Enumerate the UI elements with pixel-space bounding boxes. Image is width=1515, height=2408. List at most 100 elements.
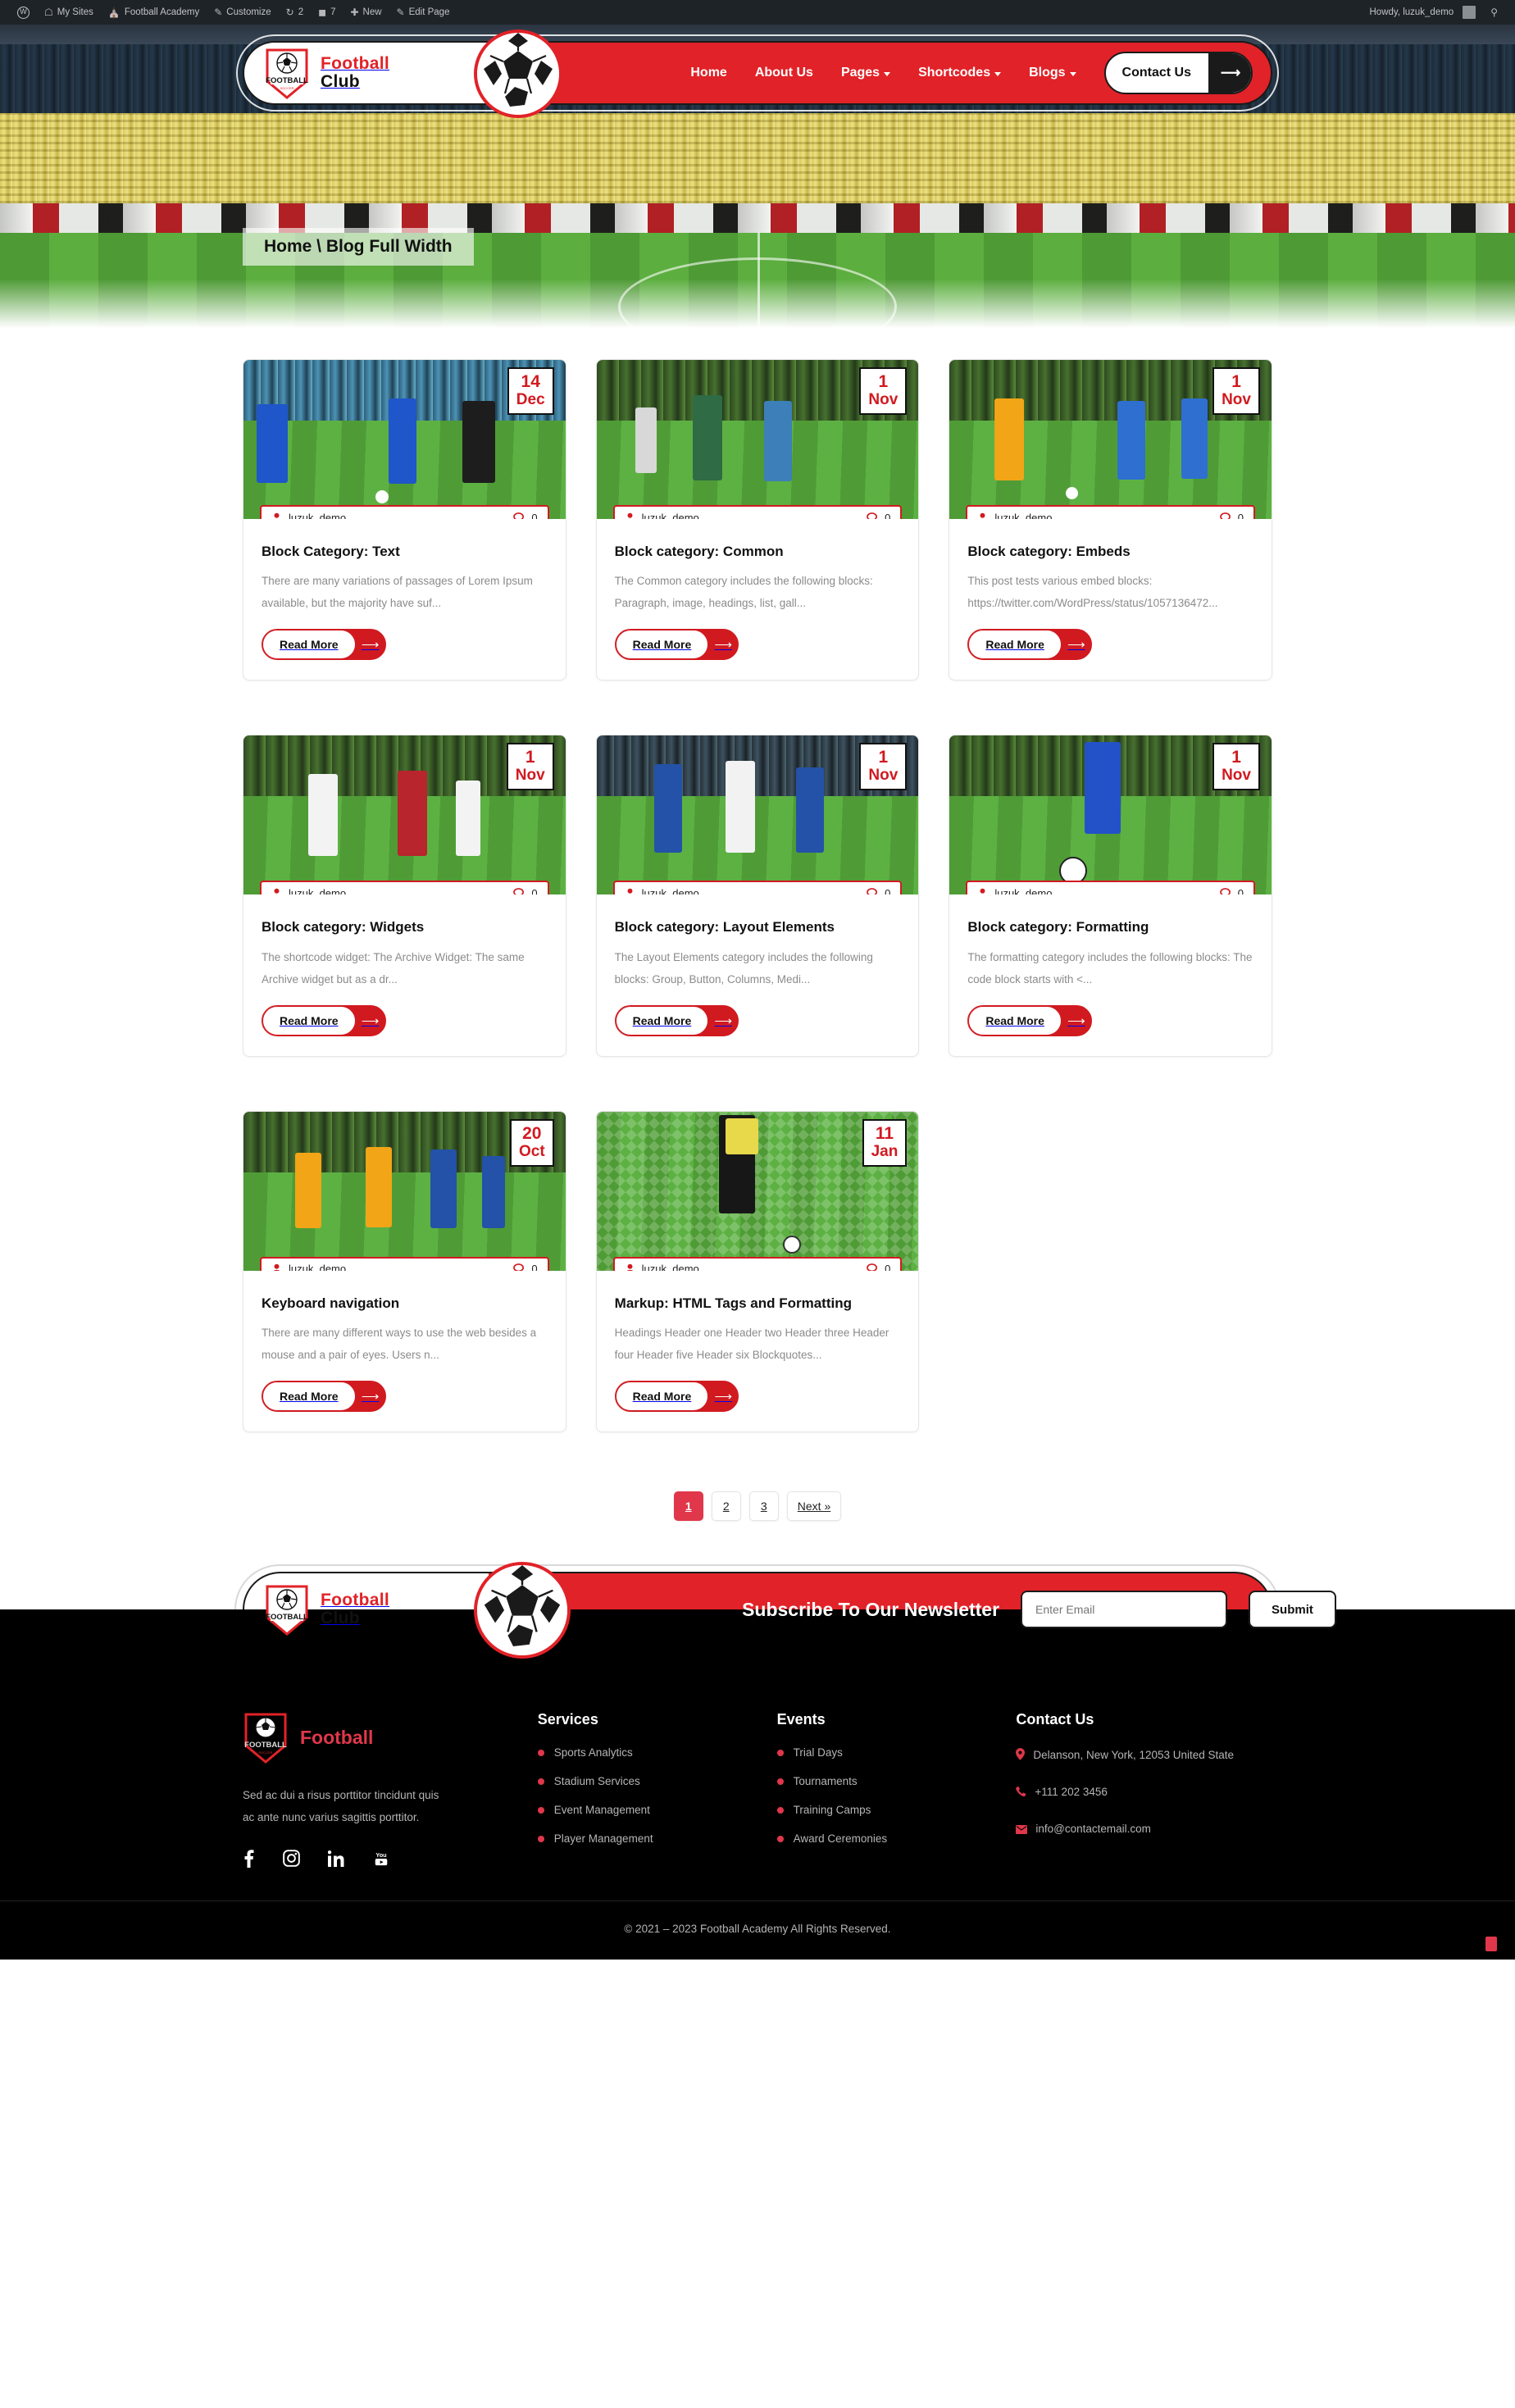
footer-email-row[interactable]: info@contactemail.com: [1016, 1820, 1272, 1841]
post-comment-count[interactable]: 0: [867, 887, 890, 895]
footer-about-text: Sed ac dui a risus porttitor tincidunt q…: [243, 1789, 439, 1823]
post-title[interactable]: Block category: Layout Elements: [615, 917, 901, 936]
post-thumbnail[interactable]: 11 Jan luzuk_demo 0: [596, 1111, 919, 1271]
post-body: Block category: Common The Common categor…: [597, 519, 919, 680]
post-date-day: 1: [878, 372, 889, 391]
post-author[interactable]: luzuk_demo: [271, 1263, 346, 1271]
post-author[interactable]: luzuk_demo: [977, 512, 1052, 519]
nav-item-about-us[interactable]: About Us: [755, 66, 813, 80]
site-logo-link[interactable]: FOOTBALL SOCCER Football Club: [243, 47, 389, 99]
footer-link-item[interactable]: Stadium Services: [537, 1775, 761, 1787]
post-comment-count[interactable]: 0: [513, 887, 538, 895]
my-account-menu[interactable]: Howdy, luzuk_demo: [1363, 0, 1484, 25]
updates-menu[interactable]: ↻ 2: [279, 0, 311, 25]
contact-us-button[interactable]: Contact Us ⟶: [1103, 52, 1253, 94]
post-comment-count[interactable]: 0: [513, 1263, 538, 1271]
pagination-page-1[interactable]: 1: [673, 1491, 703, 1522]
post-comment-count[interactable]: 0: [867, 512, 890, 519]
nav-item-blogs[interactable]: Blogs: [1029, 66, 1076, 80]
scroll-to-top-button[interactable]: [1485, 1936, 1497, 1951]
footer-link-item[interactable]: Award Ceremonies: [776, 1832, 1000, 1845]
my-sites-menu[interactable]: ☖ My Sites: [37, 0, 101, 25]
post-title[interactable]: Block category: Formatting: [967, 917, 1253, 936]
post-comment-count[interactable]: 0: [867, 1263, 890, 1271]
post-title[interactable]: Block Category: Text: [262, 542, 548, 561]
read-more-button[interactable]: Read More ⟶: [614, 1381, 739, 1413]
post-author[interactable]: luzuk_demo: [625, 512, 699, 519]
nav-item-pages[interactable]: Pages: [841, 66, 891, 80]
read-more-button[interactable]: Read More ⟶: [967, 1004, 1092, 1036]
post-author[interactable]: luzuk_demo: [271, 887, 346, 895]
youtube-icon[interactable]: You: [372, 1850, 390, 1867]
newsletter-submit-button[interactable]: Submit: [1249, 1591, 1336, 1629]
blog-post-card[interactable]: 20 Oct luzuk_demo 0 Keyboard navigation There…: [243, 1110, 566, 1433]
pagination-next-button[interactable]: Next »: [786, 1491, 842, 1522]
post-comment-count[interactable]: 0: [513, 512, 538, 519]
customize-menu[interactable]: ✎ Customize: [207, 0, 278, 25]
blog-post-card[interactable]: 1 Nov luzuk_demo 0 Block category: Widgets Th…: [243, 735, 566, 1057]
post-thumbnail[interactable]: 1 Nov luzuk_demo 0: [243, 735, 566, 895]
post-title[interactable]: Markup: HTML Tags and Formatting: [615, 1294, 901, 1313]
blog-post-card[interactable]: 1 Nov luzuk_demo 0 Block category: Layout El…: [595, 735, 920, 1057]
post-thumbnail[interactable]: 20 Oct luzuk_demo 0: [243, 1111, 566, 1271]
edit-page-menu[interactable]: ✎ Edit Page: [389, 0, 457, 25]
admin-search-button[interactable]: ⚲: [1483, 0, 1505, 25]
footer-link-item[interactable]: Event Management: [537, 1804, 761, 1816]
post-date-day: 20: [522, 1123, 542, 1143]
post-title[interactable]: Keyboard navigation: [262, 1294, 548, 1313]
post-date-month: Jan: [871, 1142, 899, 1160]
sites-icon: ☖: [44, 7, 53, 18]
newsletter-email-input[interactable]: [1021, 1591, 1228, 1629]
nav-label-blogs: Blogs: [1029, 66, 1066, 80]
post-author[interactable]: luzuk_demo: [625, 887, 699, 895]
post-author[interactable]: luzuk_demo: [625, 1263, 699, 1271]
post-thumbnail[interactable]: 14 Dec luzuk_demo 0: [243, 360, 566, 519]
bullet-icon: [537, 1806, 544, 1814]
footer-link-item[interactable]: Trial Days: [776, 1746, 1000, 1759]
post-comment-count[interactable]: 0: [1219, 887, 1244, 895]
facebook-icon[interactable]: [243, 1850, 255, 1868]
post-thumbnail[interactable]: 1 Nov luzuk_demo 0: [596, 735, 919, 895]
footer-address: Delanson, New York, 12053 United State: [1033, 1749, 1235, 1762]
pagination-page-3[interactable]: 3: [748, 1491, 779, 1522]
post-author[interactable]: luzuk_demo: [271, 512, 346, 519]
footer-link-item[interactable]: Tournaments: [776, 1775, 1000, 1787]
site-name-menu[interactable]: ⛪ Football Academy: [101, 0, 207, 25]
nav-item-home[interactable]: Home: [690, 66, 726, 80]
linkedin-icon[interactable]: [328, 1850, 344, 1867]
blog-post-card[interactable]: 11 Jan luzuk_demo 0 Markup: HTML Tags and Fo…: [595, 1110, 920, 1433]
new-content-menu[interactable]: ✚ New: [343, 0, 389, 25]
footer-link-item[interactable]: Sports Analytics: [537, 1746, 761, 1759]
blog-post-card[interactable]: 1 Nov luzuk_demo 0 Block category: Embeds Thi…: [949, 359, 1272, 681]
footer-link-item[interactable]: Training Camps: [776, 1804, 1000, 1816]
read-more-button[interactable]: Read More ⟶: [614, 629, 739, 661]
read-more-button[interactable]: Read More ⟶: [262, 629, 386, 661]
post-thumbnail[interactable]: 1 Nov luzuk_demo 0: [949, 735, 1272, 895]
read-more-button[interactable]: Read More ⟶: [967, 629, 1092, 661]
nav-item-shortcodes[interactable]: Shortcodes: [918, 66, 1002, 80]
post-title[interactable]: Block category: Common: [615, 542, 901, 561]
pagination-page-2[interactable]: 2: [711, 1491, 741, 1522]
comments-menu[interactable]: ◼ 7: [311, 0, 343, 25]
footer-link-item[interactable]: Player Management: [537, 1832, 761, 1845]
post-author-name: luzuk_demo: [994, 886, 1053, 895]
post-thumbnail[interactable]: 1 Nov luzuk_demo 0: [596, 360, 919, 519]
read-more-button[interactable]: Read More ⟶: [262, 1004, 386, 1036]
read-more-button[interactable]: Read More ⟶: [614, 1004, 739, 1036]
blog-post-card[interactable]: 1 Nov luzuk_demo 0 Block category: Common The…: [595, 359, 920, 681]
wordpress-logo-menu[interactable]: [10, 0, 37, 25]
post-comment-count[interactable]: 0: [1219, 512, 1244, 519]
newsletter-logo-link[interactable]: FOOTBALL Football Club: [243, 1583, 389, 1636]
footer-phone-row[interactable]: +111 202 3456: [1016, 1783, 1272, 1804]
post-thumbnail[interactable]: 1 Nov luzuk_demo 0: [949, 360, 1272, 519]
post-author[interactable]: luzuk_demo: [977, 887, 1052, 895]
instagram-icon[interactable]: [283, 1850, 300, 1868]
post-title[interactable]: Block category: Widgets: [262, 917, 548, 936]
read-more-button[interactable]: Read More ⟶: [262, 1381, 386, 1413]
blog-post-card[interactable]: 14 Dec luzuk_demo 0 Block Category: Text Ther…: [243, 359, 566, 681]
blog-post-card[interactable]: 1 Nov luzuk_demo 0 Block category: Formattin…: [949, 735, 1272, 1057]
bullet-icon: [537, 1778, 544, 1785]
envelope-icon: [1016, 1822, 1028, 1841]
post-title[interactable]: Block category: Embeds: [967, 542, 1253, 561]
svg-text:SOCCER: SOCCER: [258, 1750, 272, 1755]
